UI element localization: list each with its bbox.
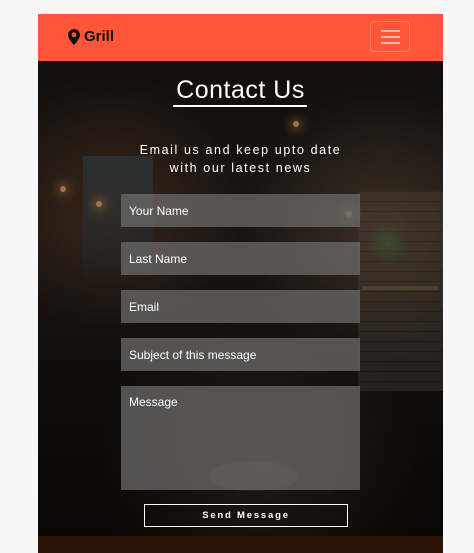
contact-subtitle: Email us and keep upto date with our lat… — [139, 143, 342, 175]
email-input[interactable] — [121, 290, 360, 323]
menu-toggle-button[interactable] — [370, 21, 410, 52]
navbar: Grill — [38, 14, 443, 61]
subject-input[interactable] — [121, 338, 360, 371]
page-title: Contact Us — [176, 76, 305, 104]
brand-label: Grill — [84, 28, 115, 45]
last-name-input[interactable] — [121, 242, 360, 275]
brand-link[interactable]: Grill — [68, 28, 114, 46]
contact-section: Contact Us Email us and keep upto date w… — [38, 61, 443, 536]
title-underline — [173, 105, 307, 107]
map-pin-icon — [68, 29, 80, 45]
page-frame: Grill Contact Us Email us and keep upto … — [38, 14, 443, 553]
your-name-input[interactable] — [121, 194, 360, 227]
footer-band — [38, 536, 443, 553]
message-textarea[interactable] — [121, 386, 360, 490]
send-message-button[interactable]: Send Message — [144, 504, 348, 527]
hamburger-menu-icon — [381, 30, 400, 32]
